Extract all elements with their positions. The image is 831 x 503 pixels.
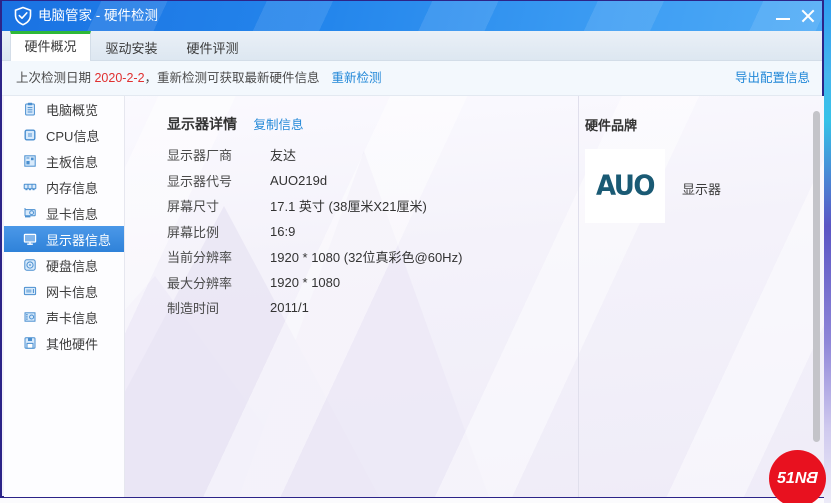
tab-hardware-overview[interactable]: 硬件概况 [10, 31, 91, 61]
minimize-button[interactable] [773, 1, 793, 31]
sidebar-item-sound-card-info[interactable]: 声卡信息 [4, 304, 124, 330]
detail-row-vendor: 显示器厂商 友达 [167, 142, 462, 168]
minimize-icon [776, 18, 790, 20]
clipboard-icon [23, 102, 37, 116]
tab-hardware-benchmark[interactable]: 硬件评测 [172, 31, 253, 61]
shield-logo-icon [13, 6, 33, 26]
page-background-bottom [0, 498, 824, 503]
screenshot-stage: 电脑管家 - 硬件检测 硬件概况 驱动安装 硬件评测 上次检测日期 2020-2… [0, 0, 831, 503]
detail-row-max-resolution: 最大分辨率 1920 * 1080 [167, 270, 462, 296]
disk-icon [23, 258, 37, 272]
brand-device-label: 显示器 [682, 179, 721, 198]
sidebar-item-gpu-info[interactable]: 显卡信息 [4, 200, 124, 226]
copy-info-link[interactable]: 复制信息 [253, 118, 303, 132]
title-bar[interactable]: 电脑管家 - 硬件检测 [2, 1, 822, 31]
monitor-icon [23, 232, 37, 246]
last-check-message: 上次检测日期 2020-2-2，重新检测可获取最新硬件信息重新检测 [16, 61, 382, 96]
soundcard-icon [23, 310, 37, 324]
tab-bar: 硬件概况 驱动安装 硬件评测 [2, 31, 822, 61]
ram-icon [23, 180, 37, 194]
detail-row-screen-size: 屏幕尺寸 17.1 英寸 (38厘米X21厘米) [167, 193, 462, 219]
detail-row-model-code: 显示器代号 AUO219d [167, 168, 462, 194]
desktop-background-right [824, 0, 831, 503]
51nb-watermark-logo: 51NB [769, 450, 826, 503]
page-title: 显示器详情 [167, 116, 237, 132]
sidebar-item-network-card-info[interactable]: 网卡信息 [4, 278, 124, 304]
vertical-scrollbar[interactable] [813, 111, 820, 442]
sidebar-item-disk-info[interactable]: 硬盘信息 [4, 252, 124, 278]
monitor-detail-table: 显示器厂商 友达 显示器代号 AUO219d 屏幕尺寸 17.1 英寸 (38厘… [167, 142, 462, 321]
monitor-detail-heading: 显示器详情 复制信息 [167, 116, 303, 133]
window-title: 电脑管家 - 硬件检测 [38, 1, 158, 31]
detail-row-manufacture-date: 制造时间 2011/1 [167, 295, 462, 321]
close-button[interactable] [797, 1, 819, 31]
auo-brand-logo: AUO [585, 149, 665, 223]
sidebar-item-cpu-info[interactable]: CPU信息 [4, 122, 124, 148]
sidebar-item-computer-overview[interactable]: 电脑概览 [4, 96, 124, 122]
tab-driver-install[interactable]: 驱动安装 [91, 31, 172, 61]
sidebar-item-memory-info[interactable]: 内存信息 [4, 174, 124, 200]
recheck-link[interactable]: 重新检测 [332, 71, 382, 85]
info-bar: 上次检测日期 2020-2-2，重新检测可获取最新硬件信息重新检测 导出配置信息 [2, 61, 822, 96]
panel-divider [578, 96, 579, 497]
motherboard-icon [23, 154, 37, 168]
sidebar-item-motherboard-info[interactable]: 主板信息 [4, 148, 124, 174]
cpu-icon [23, 128, 37, 142]
auo-logo-text: AUO [596, 170, 654, 202]
floppy-icon [23, 336, 37, 350]
app-window: 电脑管家 - 硬件检测 硬件概况 驱动安装 硬件评测 上次检测日期 2020-2… [0, 0, 824, 498]
brand-panel-heading: 硬件品牌 [585, 115, 637, 134]
sidebar-item-monitor-info[interactable]: 显示器信息 [4, 226, 124, 252]
detail-row-aspect-ratio: 屏幕比例 16:9 [167, 219, 462, 245]
sidebar-item-other-hardware[interactable]: 其他硬件 [4, 330, 124, 356]
sidebar: 电脑概览 CPU信息 主板信息 内存信息 显卡信息 显示器信息 硬盘信息 [4, 96, 125, 497]
export-config-link[interactable]: 导出配置信息 [735, 61, 810, 96]
gpu-icon [23, 206, 37, 220]
network-icon [23, 284, 37, 298]
last-check-date: 2020-2-2 [94, 71, 144, 85]
detail-row-current-resolution: 当前分辨率 1920 * 1080 (32位真彩色@60Hz) [167, 244, 462, 270]
